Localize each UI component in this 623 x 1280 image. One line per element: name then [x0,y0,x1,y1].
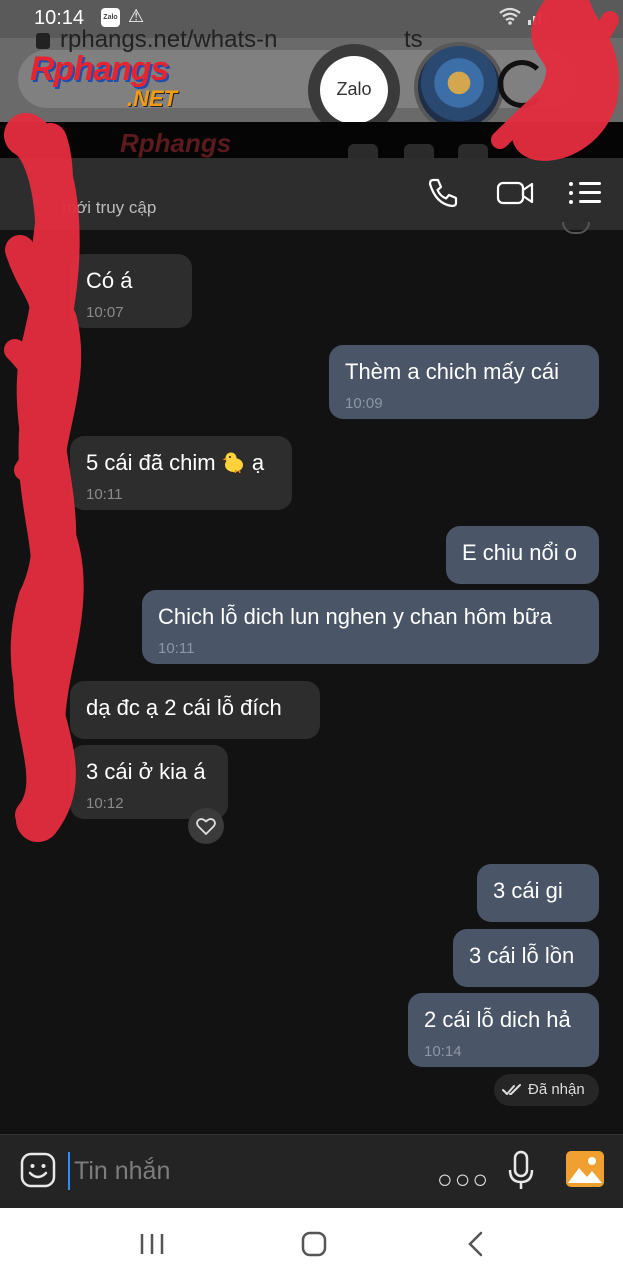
avatar[interactable] [414,42,504,132]
message-text-part: ạ [251,450,265,475]
warning-icon: ⚠ [128,6,145,26]
menu-icon[interactable] [567,172,609,214]
message-bubble-outgoing[interactable]: E chiu nổi o [446,526,599,584]
message-bubble-outgoing[interactable]: Thèm a chich mấy cái 10:09 [329,345,599,419]
message-time: 10:07 [86,304,124,321]
image-icon[interactable] [565,1150,605,1188]
zalo-notification-icon: Zalo [101,8,120,27]
recent-apps-icon[interactable] [139,1232,165,1256]
message-bubble-outgoing[interactable]: 3 cái gi [477,864,599,922]
message-text: dạ đc ạ 2 cái lỗ đích [86,695,282,720]
more-icon[interactable]: ○○○ [437,1164,490,1195]
delivery-status-badge: Đã nhận [494,1074,599,1106]
microphone-icon[interactable] [507,1150,535,1192]
message-text: E chiu nổi o [462,540,577,565]
message-time: 10:11 [86,486,123,503]
back-icon[interactable] [464,1230,488,1258]
message-bubble-incoming[interactable]: 5 cái đã chim ạ 10:11 [70,436,292,510]
message-text: 5 cái đã chim ạ [86,450,264,476]
message-time: 10:12 [86,795,124,812]
message-text-part: 5 cái đã chim [86,450,216,475]
signal-icon [528,9,548,25]
message-text: Thèm a chich mấy cái [345,359,559,384]
delivery-status-label: Đã nhận [528,1081,585,1098]
message-bubble-outgoing[interactable]: Chich lỗ dich lun nghen y chan hôm bữa 1… [142,590,599,664]
message-time: 10:14 [424,1043,462,1060]
lock-icon [36,33,50,49]
double-check-icon [502,1084,521,1095]
phone-icon[interactable] [422,172,464,214]
watermark-logo: Rphangs [30,50,169,88]
watermark-strip-logo: Rphangs [120,128,232,158]
page-strip [0,122,623,162]
video-call-icon[interactable] [494,172,536,214]
message-bubble-outgoing[interactable]: 2 cái lỗ dich hả 10:14 [408,993,599,1067]
contact-status: mới truy cập [62,198,157,217]
chick-emoji-icon [222,452,243,473]
message-text: 2 cái lỗ dich hả [424,1007,571,1032]
home-icon[interactable] [300,1230,328,1258]
message-time: 10:09 [345,395,383,412]
message-text: 3 cái ở kia á [86,759,206,784]
scroll-indicator [562,222,590,234]
message-bubble-outgoing[interactable]: 3 cái lỗ lồn [453,929,599,987]
wifi-icon [499,7,521,25]
message-bubble-incoming[interactable]: Có á 10:07 [70,254,192,328]
message-bubble-incoming[interactable]: dạ đc ạ 2 cái lỗ đích [70,681,320,739]
reload-icon[interactable] [498,60,546,108]
zalo-chat-head-label[interactable]: Zalo [320,56,388,124]
message-text: Chich lỗ dich lun nghen y chan hôm bữa [158,604,552,629]
message-input[interactable] [68,1152,418,1190]
heart-icon[interactable] [188,808,224,844]
address-bar-text-tail: ts [404,26,423,53]
message-time: 10:11 [158,640,195,657]
message-text: Có á [86,268,133,293]
message-text: 3 cái lỗ lồn [469,943,575,968]
sticker-icon[interactable] [20,1152,56,1188]
watermark-logo-suffix: .NET [127,86,178,111]
message-text: 3 cái gi [493,878,563,903]
